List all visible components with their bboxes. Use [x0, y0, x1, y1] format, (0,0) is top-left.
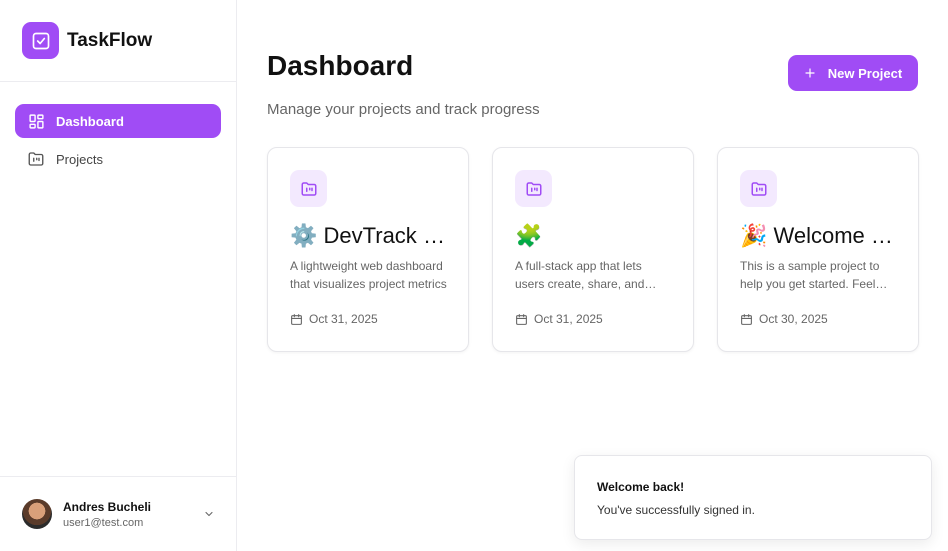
folder-kanban-icon: [290, 170, 327, 207]
avatar: [22, 499, 52, 529]
new-project-button[interactable]: New Project: [788, 55, 918, 91]
brand[interactable]: TaskFlow: [0, 0, 236, 82]
toast-title: Welcome back!: [597, 480, 685, 494]
plus-icon: [804, 67, 816, 79]
calendar-icon: [290, 313, 303, 326]
project-description: This is a sample project to help you get…: [740, 259, 880, 291]
project-card[interactable]: 🧩 A full-stack app that lets users creat…: [492, 147, 694, 352]
project-card[interactable]: 🎉 Welcome to TaskFlow This is a sample p…: [717, 147, 919, 352]
project-title: 🧩: [515, 223, 543, 248]
calendar-icon: [515, 313, 528, 326]
project-title: 🎉 Welcome to TaskFlow: [740, 223, 898, 248]
toast-message: You've successfully signed in.: [597, 503, 755, 517]
project-date-text: Oct 30, 2025: [759, 312, 828, 326]
user-menu[interactable]: Andres Bucheli user1@test.com: [0, 476, 236, 551]
new-project-label: New Project: [827, 65, 903, 81]
sidebar: TaskFlow Dashboard Projects Andres Buche…: [0, 0, 237, 551]
sidebar-item-projects[interactable]: Projects: [15, 142, 221, 176]
folder-icon: [26, 149, 46, 169]
check-square-icon: [22, 22, 59, 59]
page-subtitle: Manage your projects and track progress: [267, 101, 540, 118]
project-card[interactable]: ⚙️ DevTrack Dashboard A lightweight web …: [267, 147, 469, 352]
project-description: A lightweight web dashboard that visuali…: [290, 259, 447, 291]
project-date-text: Oct 31, 2025: [534, 312, 603, 326]
project-date: Oct 30, 2025: [740, 312, 828, 326]
sidebar-item-label: Projects: [56, 151, 103, 167]
toast-notification[interactable]: Welcome back! You've successfully signed…: [574, 455, 932, 540]
user-email: user1@test.com: [63, 516, 144, 529]
folder-kanban-icon: [740, 170, 777, 207]
project-grid: ⚙️ DevTrack Dashboard A lightweight web …: [267, 147, 919, 352]
calendar-icon: [740, 313, 753, 326]
brand-name: TaskFlow: [67, 29, 153, 51]
user-name: Andres Bucheli: [63, 499, 152, 514]
project-title: ⚙️ DevTrack Dashboard: [290, 223, 448, 248]
project-date: Oct 31, 2025: [515, 312, 603, 326]
project-description: A full-stack app that lets users create,…: [515, 259, 645, 291]
project-date-text: Oct 31, 2025: [309, 312, 378, 326]
sidebar-item-label: Dashboard: [56, 113, 124, 129]
folder-kanban-icon: [515, 170, 552, 207]
user-info: Andres Bucheli user1@test.com: [63, 500, 202, 529]
sidebar-item-dashboard[interactable]: Dashboard: [15, 104, 221, 138]
layout-grid-icon: [26, 111, 46, 131]
sidebar-nav: Dashboard Projects: [0, 82, 236, 176]
chevron-down-icon[interactable]: [202, 507, 216, 521]
page-title: Dashboard: [267, 50, 414, 81]
project-date: Oct 31, 2025: [290, 312, 378, 326]
